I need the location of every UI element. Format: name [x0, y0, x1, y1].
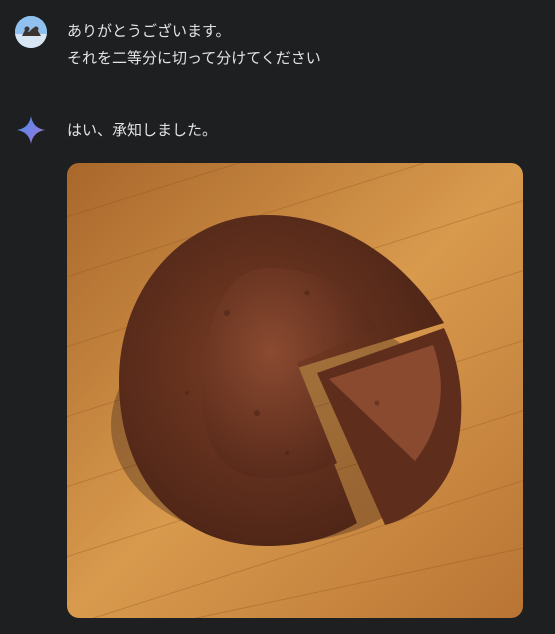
user-avatar[interactable]	[15, 16, 47, 48]
assistant-message: はい、承知しました。	[67, 121, 218, 139]
user-message: ありがとうございます。 それを二等分に切って分けてください	[67, 18, 321, 72]
user-message-line-2: それを二等分に切って分けてください	[67, 49, 321, 67]
sparkle-icon	[16, 115, 46, 145]
chat-page: ありがとうございます。 それを二等分に切って分けてください はい、承知しました。	[0, 0, 555, 634]
user-message-line-1: ありがとうございます。	[67, 22, 231, 40]
generated-cake-image[interactable]	[67, 163, 523, 618]
avatar-image	[15, 16, 47, 48]
